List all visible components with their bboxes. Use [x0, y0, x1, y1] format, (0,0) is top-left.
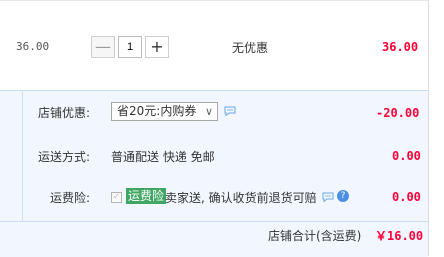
shop-promo-label: 店铺优惠: — [38, 106, 91, 120]
insurance-checkbox[interactable]: ✓ — [111, 192, 122, 203]
quantity-stepper: — + — [91, 36, 169, 58]
message-icon[interactable] — [224, 106, 236, 116]
shop-promo-selected: 省20元:内购券 — [117, 104, 197, 118]
chevron-down-icon: ∨ — [204, 105, 213, 118]
item-discount: 无优惠 — [232, 41, 269, 55]
help-icon[interactable]: ? — [337, 190, 349, 202]
unit-price: 36.00 — [16, 40, 50, 53]
shop-total-label: 店铺合计(含运费) — [268, 229, 362, 243]
shipping-method: 普通配送 快递 免邮 — [111, 150, 215, 164]
panel-left-border — [22, 90, 23, 221]
order-item-row: 36.00 — + 无优惠 36.00 — [0, 0, 428, 90]
message-icon[interactable] — [322, 192, 334, 202]
total-divider — [0, 221, 428, 222]
minus-icon: — — [95, 37, 111, 56]
increase-quantity-button[interactable]: + — [145, 36, 169, 58]
decrease-quantity-button[interactable]: — — [91, 36, 115, 58]
insurance-tag: 运费险 — [126, 188, 167, 204]
shop-promo-select[interactable]: 省20元:内购券 ∨ — [111, 102, 218, 121]
right-border — [428, 0, 429, 256]
item-subtotal: 36.00 — [382, 40, 419, 54]
shop-promo-amount: -20.00 — [376, 106, 420, 120]
shop-total-value: ￥16.00 — [375, 229, 424, 243]
quantity-input[interactable] — [118, 36, 142, 58]
insurance-amount: 0.00 — [392, 190, 421, 204]
shipping-label: 运送方式: — [38, 150, 91, 164]
shipping-amount: 0.00 — [392, 149, 421, 163]
insurance-description: 卖家送, 确认收货前退货可赔 — [165, 191, 317, 205]
insurance-label: 运费险: — [50, 191, 91, 205]
plus-icon: + — [150, 37, 164, 56]
